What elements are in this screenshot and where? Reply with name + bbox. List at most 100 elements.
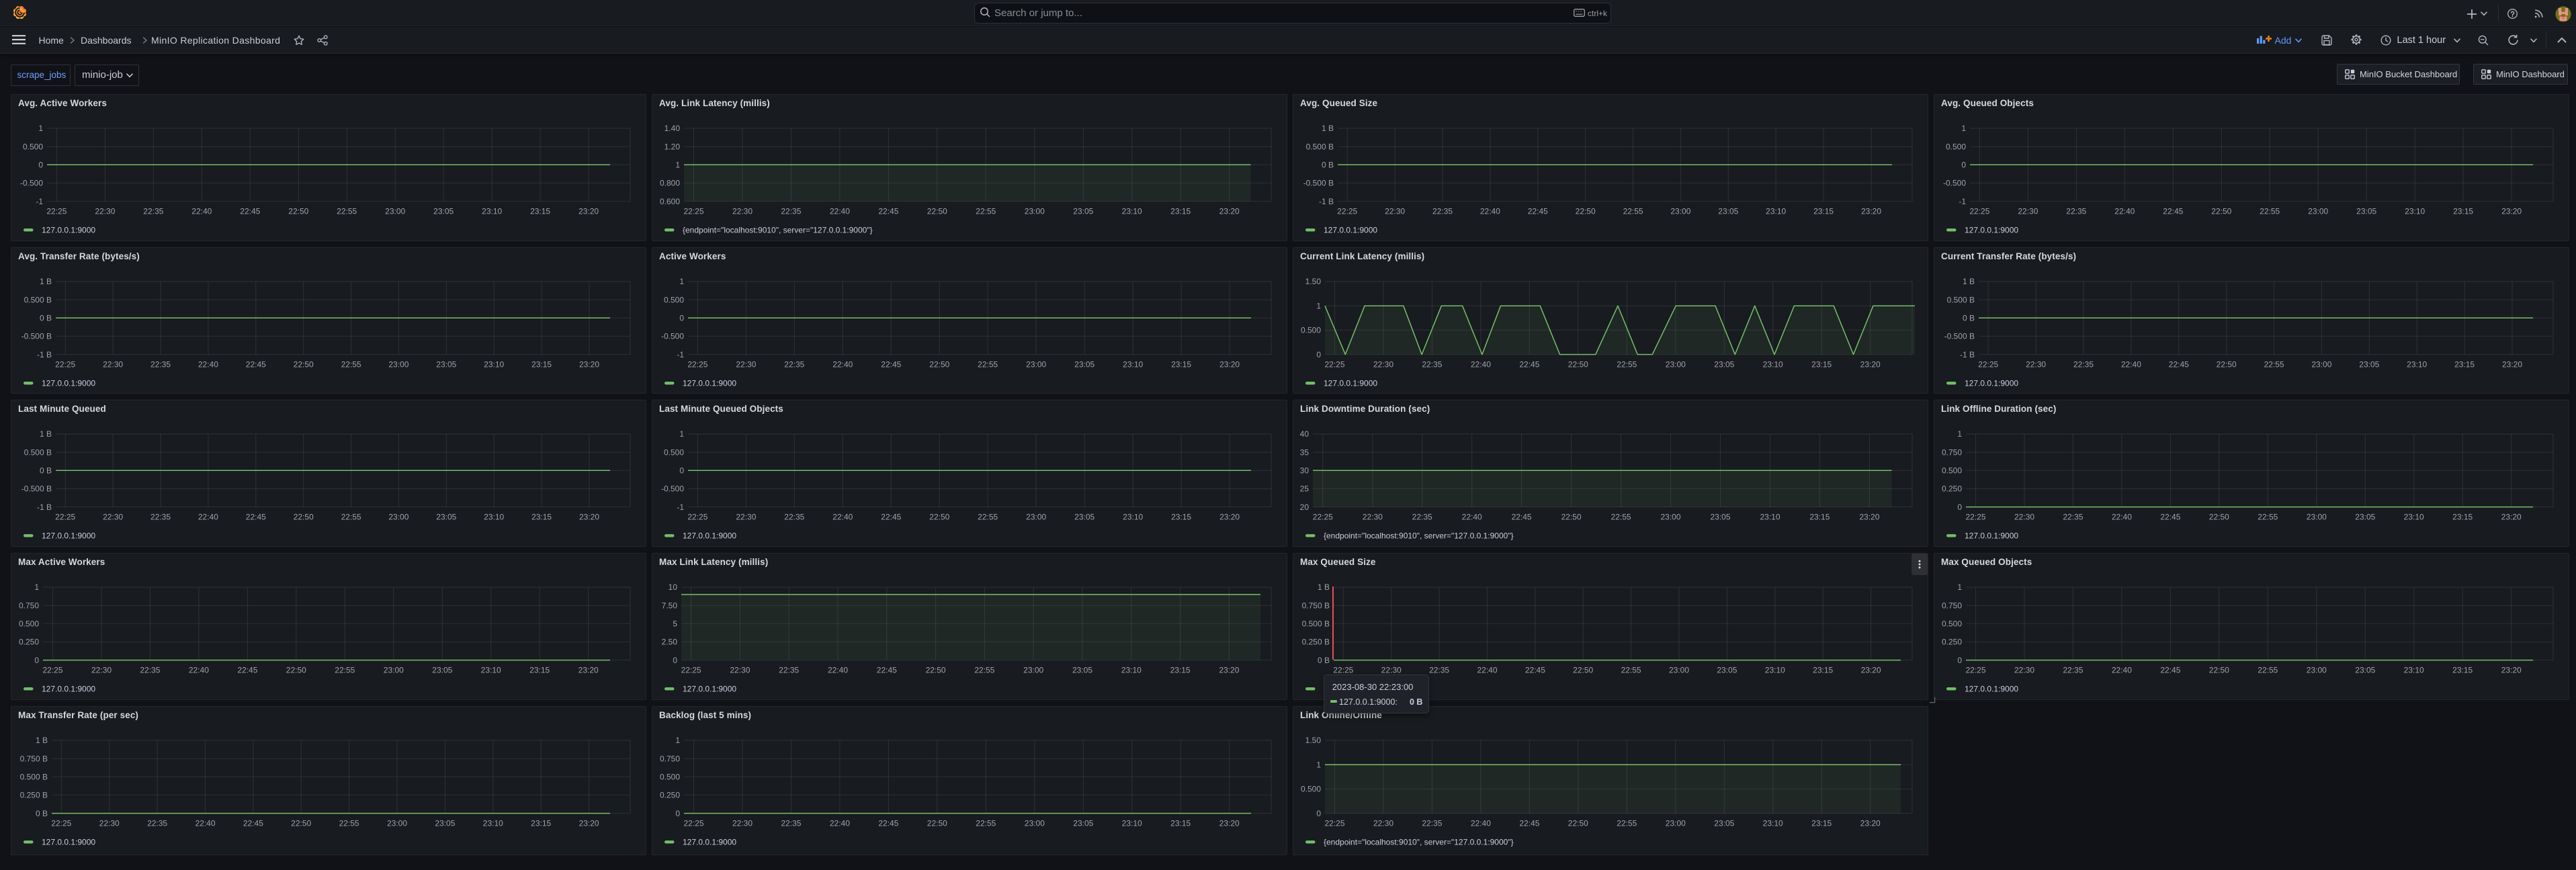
svg-text:23:10: 23:10 bbox=[482, 207, 502, 216]
svg-text:23:20: 23:20 bbox=[579, 359, 599, 369]
svg-text:22:25: 22:25 bbox=[1333, 666, 1353, 675]
svg-text:23:20: 23:20 bbox=[579, 513, 599, 522]
svg-text:22:45: 22:45 bbox=[881, 359, 901, 369]
svg-text:7.50: 7.50 bbox=[662, 601, 678, 610]
svg-text:22:55: 22:55 bbox=[976, 819, 996, 828]
svg-text:127.0.0.1:9000: 127.0.0.1:9000 bbox=[1965, 685, 2018, 694]
svg-text:1: 1 bbox=[34, 582, 39, 592]
svg-text:0.500: 0.500 bbox=[19, 619, 39, 629]
svg-text:1: 1 bbox=[1957, 429, 1962, 439]
svg-text:22:25: 22:25 bbox=[1313, 513, 1333, 522]
svg-text:23:00: 23:00 bbox=[1670, 207, 1690, 216]
svg-text:23:15: 23:15 bbox=[531, 513, 552, 522]
svg-text:23:10: 23:10 bbox=[1123, 513, 1143, 522]
svg-text:23:10: 23:10 bbox=[484, 359, 504, 369]
svg-text:30: 30 bbox=[1300, 466, 1310, 476]
svg-text:23:10: 23:10 bbox=[484, 513, 504, 522]
svg-text:0.500 B: 0.500 B bbox=[24, 295, 52, 304]
svg-text:0: 0 bbox=[34, 656, 39, 665]
svg-text:23:00: 23:00 bbox=[385, 207, 405, 216]
svg-text:127.0.0.1:9000: 127.0.0.1:9000 bbox=[1965, 378, 2018, 388]
svg-text:0.500: 0.500 bbox=[1301, 325, 1321, 335]
svg-text:0.750 B: 0.750 B bbox=[20, 754, 48, 763]
svg-text:1: 1 bbox=[38, 124, 43, 133]
svg-text:0 B: 0 B bbox=[36, 809, 48, 818]
svg-text:127.0.0.1:9000: 127.0.0.1:9000 bbox=[42, 838, 95, 847]
svg-text:22:25: 22:25 bbox=[1965, 666, 1985, 675]
svg-text:22:35: 22:35 bbox=[1432, 207, 1453, 216]
svg-text:127.0.0.1:9000: 127.0.0.1:9000 bbox=[42, 531, 95, 541]
svg-text:23:15: 23:15 bbox=[2454, 359, 2475, 369]
svg-text:0.500 B: 0.500 B bbox=[1302, 619, 1330, 629]
svg-text:22:30: 22:30 bbox=[732, 819, 753, 828]
svg-text:-1: -1 bbox=[36, 197, 43, 206]
svg-text:0: 0 bbox=[1961, 161, 1966, 170]
svg-text:1 B: 1 B bbox=[36, 736, 48, 745]
svg-text:22:35: 22:35 bbox=[1429, 666, 1449, 675]
svg-text:23:10: 23:10 bbox=[2404, 513, 2424, 522]
svg-text:127.0.0.1:9000: 127.0.0.1:9000 bbox=[42, 226, 95, 235]
svg-text:22:25: 22:25 bbox=[683, 207, 703, 216]
svg-text:23:15: 23:15 bbox=[1813, 207, 1834, 216]
svg-text:23:20: 23:20 bbox=[579, 819, 599, 828]
svg-text:0.750: 0.750 bbox=[1942, 447, 1962, 457]
svg-text:40: 40 bbox=[1300, 429, 1310, 439]
svg-text:23:05: 23:05 bbox=[2356, 207, 2376, 216]
svg-text:23:00: 23:00 bbox=[1023, 666, 1043, 675]
svg-text:127.0.0.1:9000: 127.0.0.1:9000 bbox=[1965, 531, 2018, 541]
svg-text:22:45: 22:45 bbox=[1519, 359, 1539, 369]
svg-text:22:35: 22:35 bbox=[2063, 513, 2083, 522]
svg-text:-0.500: -0.500 bbox=[1943, 179, 1966, 188]
svg-text:22:35: 22:35 bbox=[781, 819, 801, 828]
svg-text:22:30: 22:30 bbox=[91, 666, 112, 675]
svg-text:22:35: 22:35 bbox=[781, 207, 801, 216]
svg-text:23:10: 23:10 bbox=[1766, 207, 1786, 216]
svg-text:22:25: 22:25 bbox=[55, 513, 75, 522]
svg-text:23:05: 23:05 bbox=[1073, 207, 1093, 216]
svg-text:23:00: 23:00 bbox=[387, 819, 407, 828]
svg-text:-1: -1 bbox=[1959, 197, 1966, 206]
svg-text:22:40: 22:40 bbox=[195, 819, 215, 828]
svg-text:22:40: 22:40 bbox=[1471, 819, 1491, 828]
svg-text:22:30: 22:30 bbox=[103, 359, 123, 369]
svg-text:127.0.0.1:9000: 127.0.0.1:9000 bbox=[1324, 226, 1377, 235]
svg-text:1: 1 bbox=[1316, 760, 1321, 769]
svg-text:23:10: 23:10 bbox=[1763, 359, 1783, 369]
svg-text:0.500: 0.500 bbox=[664, 447, 684, 457]
svg-text:23:05: 23:05 bbox=[1717, 666, 1737, 675]
svg-text:23:15: 23:15 bbox=[1811, 359, 1832, 369]
svg-text:1 B: 1 B bbox=[1322, 124, 1334, 133]
svg-text:22:30: 22:30 bbox=[2026, 359, 2046, 369]
svg-text:1.50: 1.50 bbox=[1305, 277, 1322, 286]
svg-text:22:40: 22:40 bbox=[830, 819, 850, 828]
svg-text:23:20: 23:20 bbox=[578, 666, 599, 675]
svg-text:0: 0 bbox=[679, 466, 684, 476]
svg-text:{endpoint="localhost:9010", se: {endpoint="localhost:9010", server="127.… bbox=[1324, 531, 1514, 541]
svg-text:22:30: 22:30 bbox=[732, 207, 753, 216]
svg-text:23:20: 23:20 bbox=[2501, 666, 2522, 675]
svg-text:23:05: 23:05 bbox=[1710, 513, 1730, 522]
svg-text:23:05: 23:05 bbox=[2355, 513, 2375, 522]
svg-text:22:30: 22:30 bbox=[1385, 207, 1405, 216]
svg-text:23:00: 23:00 bbox=[1025, 819, 1045, 828]
svg-text:0.750: 0.750 bbox=[19, 601, 39, 610]
svg-text:23:15: 23:15 bbox=[1171, 513, 1191, 522]
svg-text:23:05: 23:05 bbox=[436, 513, 456, 522]
svg-text:22:45: 22:45 bbox=[1512, 513, 1532, 522]
svg-text:127.0.0.1:9000: 127.0.0.1:9000 bbox=[683, 378, 736, 388]
svg-text:0.500: 0.500 bbox=[1946, 142, 1966, 151]
svg-text:22:40: 22:40 bbox=[832, 359, 853, 369]
svg-text:22:45: 22:45 bbox=[237, 666, 257, 675]
svg-text:23:00: 23:00 bbox=[1026, 513, 1046, 522]
svg-text:23:20: 23:20 bbox=[1860, 819, 1881, 828]
svg-text:22:45: 22:45 bbox=[1528, 207, 1548, 216]
svg-text:22:45: 22:45 bbox=[246, 513, 266, 522]
svg-text:23:15: 23:15 bbox=[2452, 513, 2473, 522]
svg-text:0.500 B: 0.500 B bbox=[24, 447, 52, 457]
svg-text:-1 B: -1 B bbox=[1960, 349, 1975, 359]
svg-text:23:00: 23:00 bbox=[388, 513, 409, 522]
svg-text:35: 35 bbox=[1300, 447, 1310, 457]
svg-text:22:55: 22:55 bbox=[976, 207, 996, 216]
svg-text:22:30: 22:30 bbox=[736, 359, 756, 369]
svg-text:22:40: 22:40 bbox=[2114, 207, 2135, 216]
